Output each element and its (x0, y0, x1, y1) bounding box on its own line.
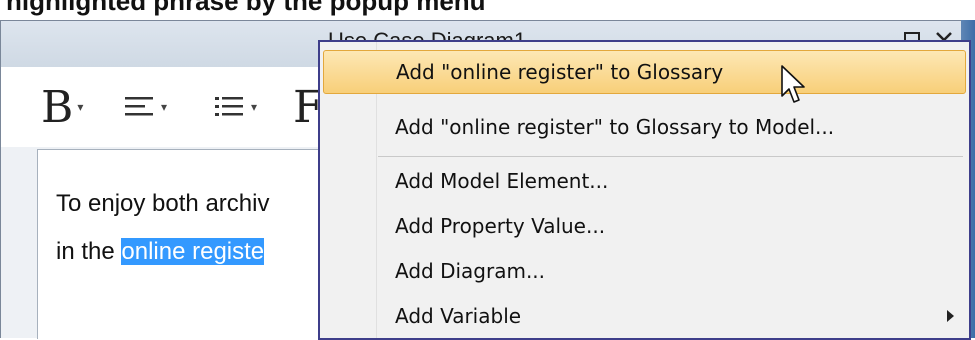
align-dropdown[interactable]: ▾ (123, 67, 167, 147)
background-header: highlighted phrase by the popup menu (0, 0, 975, 20)
menu-item-label: Add Variable (395, 304, 522, 328)
menu-separator (378, 156, 963, 157)
menu-item-label: Add "online register" to Glossary to Mod… (395, 115, 835, 139)
editor-line-2-prefix: in the (56, 238, 122, 265)
list-dropdown[interactable]: ▾ (213, 67, 257, 147)
menu-item-add-diagram[interactable]: Add Diagram... (323, 249, 966, 293)
list-icon (215, 97, 243, 116)
menu-item-add-variable[interactable]: Add Variable (323, 294, 966, 338)
menu-item-label: Add Property Value... (395, 214, 606, 238)
chevron-down-icon: ▾ (77, 100, 84, 114)
menu-item-label: Add Model Element... (395, 169, 609, 193)
editor-line-1: To enjoy both archiv (56, 190, 270, 217)
menu-item-add-to-glossary[interactable]: Add "online register" to Glossary (323, 50, 966, 94)
menu-item-add-to-glossary-to-model[interactable]: Add "online register" to Glossary to Mod… (323, 105, 966, 149)
menu-item-add-property-value[interactable]: Add Property Value... (323, 204, 966, 248)
bold-icon: B (41, 81, 74, 133)
chevron-down-icon: ▾ (251, 100, 258, 114)
align-left-icon (125, 97, 153, 116)
mouse-cursor-icon (781, 65, 805, 103)
menu-item-label: Add Diagram... (395, 259, 546, 283)
submenu-arrow-icon (947, 310, 954, 322)
menu-item-label: Add "online register" to Glossary (396, 60, 724, 84)
editor-line-2: in the online registe (56, 238, 265, 266)
context-menu: Add "online register" to Glossary Add "o… (318, 40, 971, 340)
background-header-text: highlighted phrase by the popup menu (6, 0, 486, 16)
selected-text[interactable]: online registe (121, 238, 265, 265)
bold-dropdown[interactable]: B ▾ (41, 67, 83, 147)
menu-item-add-model-element[interactable]: Add Model Element... (323, 159, 966, 203)
chevron-down-icon: ▾ (161, 100, 168, 114)
